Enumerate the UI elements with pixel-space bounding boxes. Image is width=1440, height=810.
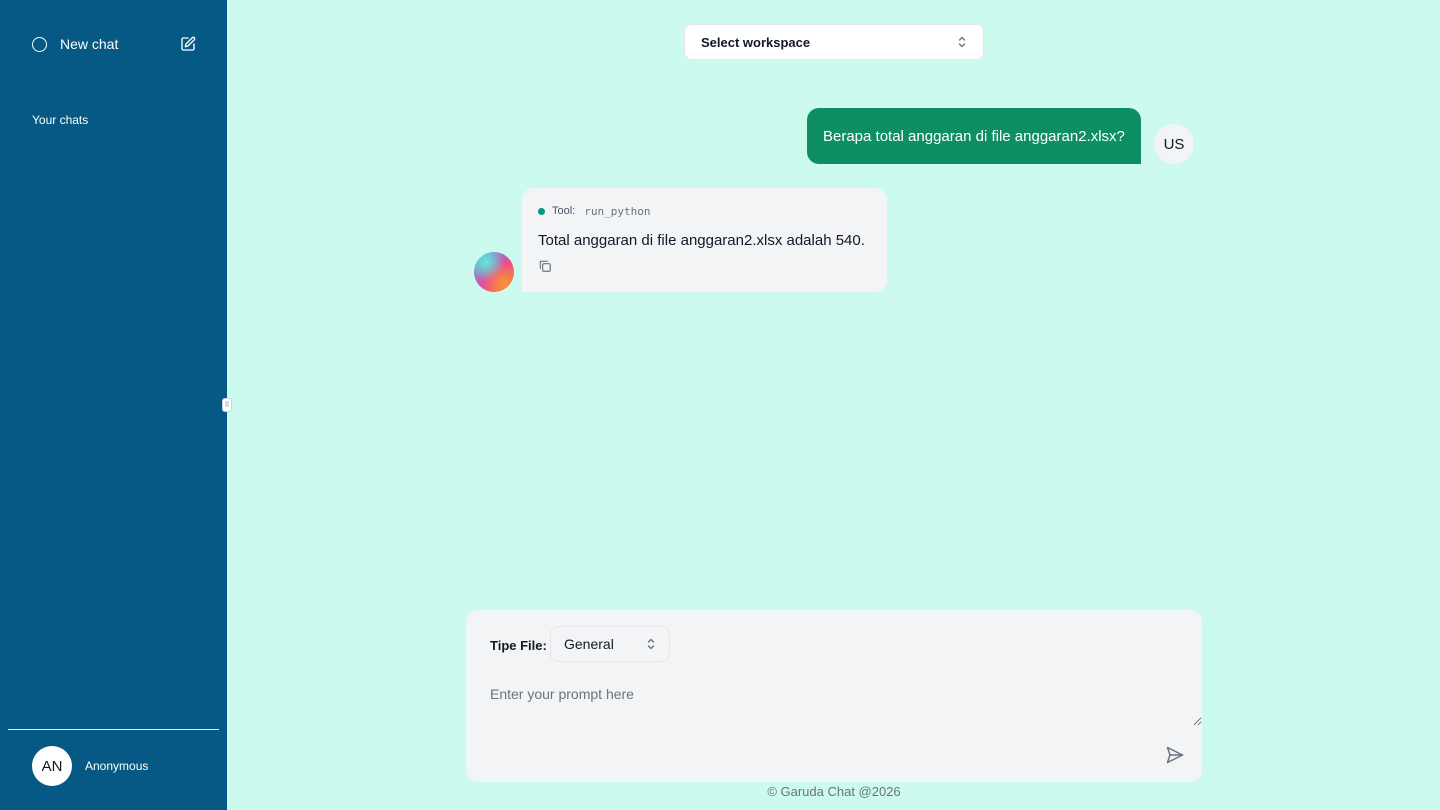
drag-handle-icon: ⠿ (224, 401, 230, 409)
user-message-bubble: Berapa total anggaran di file anggaran2.… (807, 108, 1141, 164)
user-avatar: US (1154, 124, 1194, 164)
user-profile[interactable]: AN Anonymous (32, 746, 148, 786)
tool-indicator: Tool: run_python (538, 204, 871, 218)
copy-icon[interactable] (538, 259, 552, 273)
file-type-value: General (564, 636, 614, 652)
sidebar: New chat Your chats AN Anonymous (0, 0, 227, 810)
assistant-message-bubble: Tool: run_python Total anggaran di file … (522, 188, 887, 292)
chevron-updown-icon (646, 637, 656, 651)
file-type-select[interactable]: General (550, 626, 670, 662)
chevron-updown-icon (957, 35, 967, 49)
your-chats-heading: Your chats (32, 113, 89, 127)
circle-icon (32, 36, 47, 52)
tool-name: run_python (584, 204, 651, 218)
new-chat-label: New chat (60, 36, 119, 52)
send-button[interactable] (1164, 744, 1186, 766)
workspace-select[interactable]: Select workspace (684, 24, 984, 60)
footer-text: © Garuda Chat @2026 (767, 784, 901, 799)
prompt-input[interactable] (490, 686, 1202, 726)
send-icon (1166, 746, 1184, 764)
file-type-label: Tipe File: (490, 638, 547, 653)
avatar: AN (32, 746, 72, 786)
sidebar-divider (8, 729, 219, 730)
status-dot-icon (538, 207, 545, 215)
sidebar-resize-handle[interactable]: ⠿ (222, 398, 232, 412)
user-name: Anonymous (85, 759, 149, 773)
workspace-select-label: Select workspace (701, 34, 811, 50)
edit-icon[interactable] (180, 36, 196, 52)
tool-label: Tool: (552, 205, 576, 217)
composer: Tipe File: General (466, 610, 1202, 782)
assistant-message-text: Total anggaran di file anggaran2.xlsx ad… (538, 232, 865, 249)
assistant-avatar (474, 252, 514, 292)
new-chat-button[interactable]: New chat (32, 34, 196, 54)
